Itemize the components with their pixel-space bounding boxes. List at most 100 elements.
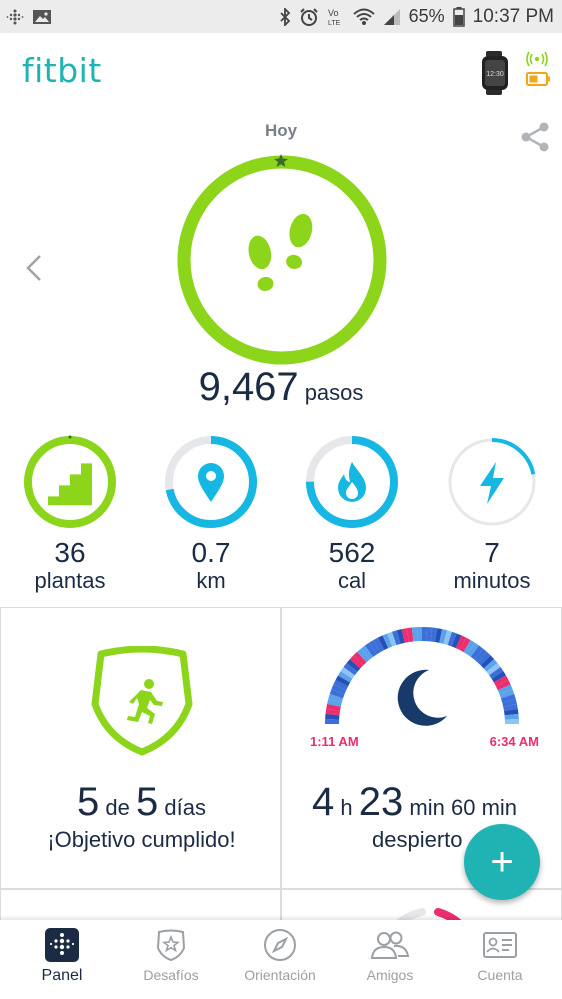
stat-distance[interactable]: 0.7 km (141, 432, 281, 594)
sleep-hours: 4 (312, 780, 335, 824)
dashboard-icon (45, 928, 79, 962)
device-battery-icon (526, 72, 550, 86)
nav-guidance[interactable]: Orientación (224, 928, 336, 983)
active-minutes-ring (448, 438, 536, 526)
sleep-stage-segment (369, 639, 381, 655)
nav-friends-label: Amigos (366, 967, 414, 983)
active-minutes-value: 7 (484, 537, 500, 568)
sleep-awake-label: despierto (372, 827, 463, 852)
sleep-stage-segment (439, 629, 448, 644)
nav-account-label: Cuenta (477, 967, 523, 983)
previous-day-chevron-icon[interactable] (20, 252, 50, 284)
calories-value: 562 (328, 537, 376, 568)
steps-count[interactable]: 9,467 pasos (0, 365, 562, 410)
sleep-stage-segment (346, 659, 361, 672)
location-pin-icon (198, 463, 224, 502)
sleep-stage-segment (353, 651, 367, 666)
bluetooth-icon (280, 7, 290, 26)
sleep-stage-segment (364, 642, 377, 657)
distance-unit: km (196, 568, 226, 593)
floors-ring (24, 435, 116, 528)
battery-icon (452, 6, 465, 27)
exercise-days-label: días (164, 795, 206, 820)
fitbit-logo: fitbit (22, 51, 102, 90)
distance-ring (165, 436, 257, 528)
add-fab-button[interactable]: + (464, 824, 540, 900)
sleep-stage-segment (401, 628, 410, 643)
footprints-icon (248, 213, 313, 291)
steps-unit: pasos (304, 380, 364, 405)
smartwatch-icon: 12:30 (482, 51, 508, 95)
sleep-stage-segment (326, 703, 341, 712)
sleep-stage-segment (406, 627, 414, 643)
moon-icon (397, 669, 447, 726)
sleep-stage-segment (327, 698, 342, 707)
fitbit-notification-icon (6, 9, 24, 24)
sleep-start-time: 1:11 AM (310, 734, 359, 749)
nav-panel-label: Panel (41, 967, 83, 984)
steps-goal-ring[interactable] (172, 150, 392, 370)
signal-icon (383, 8, 400, 25)
svg-text:LTE: LTE (328, 20, 341, 27)
sleep-stage-segment (495, 679, 511, 691)
clock: 10:37 PM (472, 5, 554, 27)
distance-value: 0.7 (191, 537, 231, 568)
floors-unit: plantas (34, 568, 106, 593)
sleep-awake-unit: min (481, 795, 518, 820)
exercise-tile[interactable]: 5 de 5 días ¡Objetivo cumplido! (0, 607, 281, 889)
sleep-stage-segment (443, 630, 452, 646)
runner-badge-icon (91, 646, 193, 756)
stat-active-minutes[interactable]: 7 minutos (422, 432, 562, 594)
flame-icon (338, 462, 366, 502)
share-icon[interactable] (518, 120, 552, 154)
sleep-stage-segment (451, 633, 462, 649)
exercise-days-done: 5 (77, 780, 100, 824)
sleep-stage-segment (500, 694, 516, 703)
nav-guidance-label: Orientación (244, 967, 316, 983)
sleep-stage-segment (497, 684, 513, 695)
sleep-hours-unit: h (340, 795, 353, 820)
sleep-stage-segment (459, 637, 471, 653)
exercise-of-label: de (105, 795, 130, 820)
sleep-stage-segment (387, 631, 397, 647)
exercise-days-goal: 5 (136, 780, 159, 824)
stat-calories[interactable]: 562 cal (282, 432, 422, 594)
nav-friends[interactable]: Amigos (334, 928, 446, 983)
nav-account[interactable]: Cuenta (444, 928, 556, 983)
sleep-stage-segment (328, 694, 344, 703)
nav-panel[interactable]: Panel (6, 928, 118, 985)
stat-floors[interactable]: 36 plantas (0, 432, 140, 594)
sleep-stage-segment (486, 662, 501, 676)
steps-value: 9,467 (198, 365, 299, 409)
exercise-status: ¡Objetivo cumplido! (47, 827, 236, 852)
account-card-icon (483, 932, 517, 958)
nav-challenges-label: Desafíos (143, 967, 199, 983)
svg-text:12:30: 12:30 (486, 71, 504, 78)
sleep-summary: 4 h 23 min 60 min (312, 780, 517, 825)
sleep-stage-segment (392, 630, 401, 646)
sleep-stage-segment (430, 627, 438, 643)
sleep-stage-segment (477, 651, 491, 666)
sleep-stage-segment (377, 635, 389, 651)
sleep-stage-segment (467, 642, 480, 657)
friends-icon (370, 931, 410, 959)
image-notification-icon (33, 9, 51, 24)
sleep-stage-segment (325, 708, 341, 716)
volte-icon: Vo LTE (328, 8, 341, 27)
sleep-stage-segment (447, 631, 457, 647)
alarm-icon (299, 7, 318, 26)
sleep-minutes: 23 (358, 780, 404, 824)
sleep-end-time: 6:34 AM (489, 734, 539, 749)
device-status-button[interactable]: 12:30 (480, 51, 552, 95)
sleep-stage-segment (480, 655, 495, 669)
sleep-awake-value: 60 (450, 795, 476, 820)
active-minutes-unit: minutos (453, 568, 531, 593)
sleep-stage-segment (343, 662, 358, 676)
sleep-stage-segment (499, 689, 515, 699)
sleep-stage-segment (463, 639, 475, 655)
nav-challenges[interactable]: Desafíos (115, 928, 227, 983)
sleep-stage-segment (382, 633, 393, 649)
sync-signal-icon (526, 51, 548, 67)
sleep-stage-segment (360, 645, 374, 660)
sleep-stage-segment (396, 629, 405, 644)
